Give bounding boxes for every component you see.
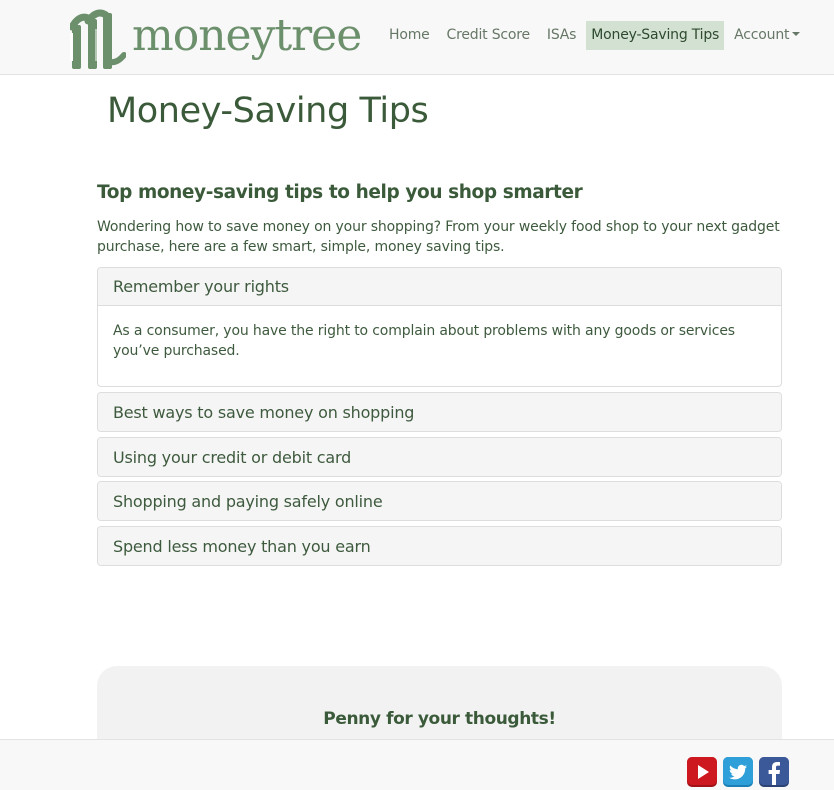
accordion-title: Remember your rights (113, 277, 289, 296)
accordion-panel-card: Using your credit or debit card (97, 437, 782, 477)
accordion-heading-online[interactable]: Shopping and paying safely online (98, 482, 781, 520)
nav-item-account-label: Account (734, 27, 790, 43)
feedback-title: Penny for your thoughts! (323, 709, 556, 729)
facebook-link[interactable] (758, 756, 789, 787)
footer-bar (0, 739, 834, 790)
youtube-link[interactable] (686, 756, 717, 787)
accordion-panel-spend-less: Spend less money than you earn (97, 526, 782, 566)
accordion-body-text: As a consumer, you have the right to com… (113, 323, 735, 359)
accordion-panel-rights: Remember your rights As a consumer, you … (97, 267, 782, 387)
nav-item-credit-score[interactable]: Credit Score (440, 21, 537, 50)
twitter-icon (723, 757, 753, 787)
accordion-heading-save-money[interactable]: Best ways to save money on shopping (98, 393, 781, 431)
brand-name: moneytree (132, 10, 362, 61)
brand-logo[interactable]: moneytree (70, 6, 362, 70)
accordion-body-rights: As a consumer, you have the right to com… (98, 306, 781, 386)
accordion-title: Using your credit or debit card (113, 447, 352, 467)
section-heading: Top money-saving tips to help you shop s… (97, 182, 583, 203)
nav-item-isas[interactable]: ISAs (540, 21, 583, 50)
accordion-heading-card[interactable]: Using your credit or debit card (98, 438, 781, 476)
twitter-link[interactable] (722, 756, 753, 787)
intro-text: Wondering how to save money on your shop… (97, 219, 780, 255)
accordion-heading-rights[interactable]: Remember your rights (98, 268, 781, 306)
nav-item-money-saving-tips[interactable]: Money-Saving Tips (586, 21, 725, 50)
caret-down-icon (792, 32, 801, 36)
nav-item-account[interactable]: Account (727, 21, 807, 50)
money-tree-logo-icon (70, 9, 126, 69)
accordion-title: Best ways to save money on shopping (113, 402, 415, 422)
main-nav: Home Credit Score ISAs Money-Saving Tips… (382, 21, 810, 50)
page-title: Money-Saving Tips (107, 91, 429, 131)
nav-item-home[interactable]: Home (382, 21, 437, 50)
accordion-title: Shopping and paying safely online (113, 491, 383, 511)
accordion-heading-spend-less[interactable]: Spend less money than you earn (98, 527, 781, 565)
accordion-panel-online: Shopping and paying safely online (97, 481, 782, 521)
facebook-icon (759, 757, 789, 787)
youtube-icon (687, 757, 717, 787)
top-navbar: moneytree Home Credit Score ISAs Money-S… (0, 0, 834, 75)
accordion-panel-save-money: Best ways to save money on shopping (97, 392, 782, 432)
accordion-title: Spend less money than you earn (113, 536, 371, 556)
